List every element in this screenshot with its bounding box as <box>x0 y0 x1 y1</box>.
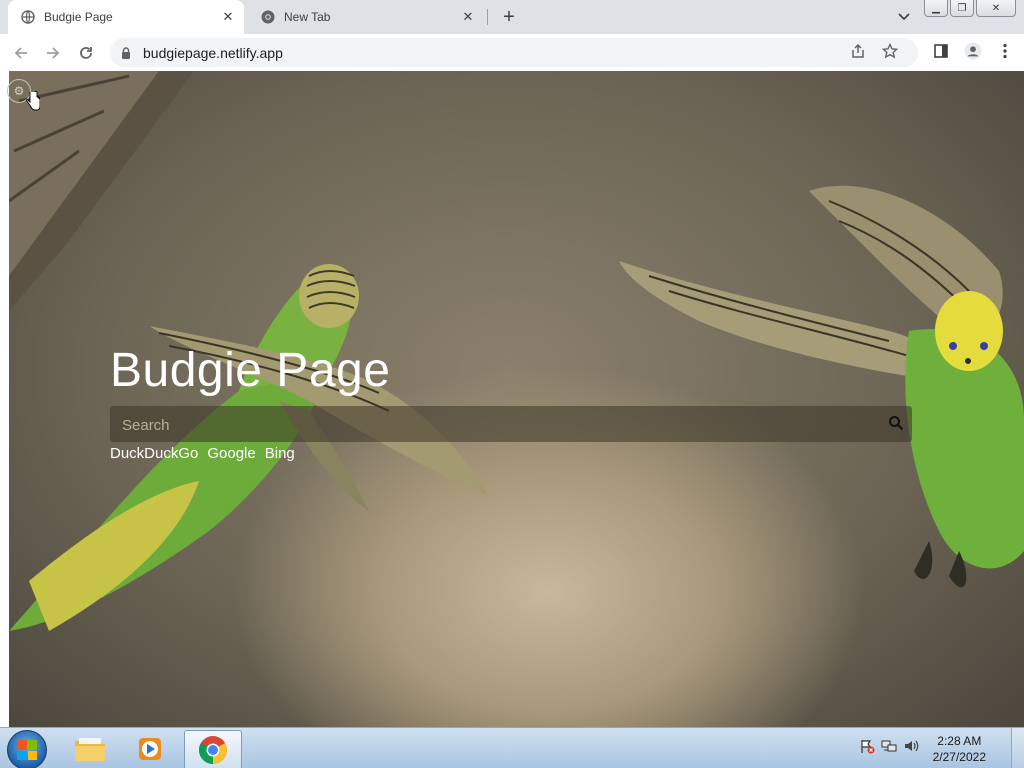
taskbar-explorer[interactable] <box>62 730 118 768</box>
windows-taskbar: 2:28 AM 2/27/2022 <box>0 727 1024 768</box>
new-tab-button[interactable]: + <box>498 6 520 28</box>
engine-link-google[interactable]: Google <box>207 445 255 462</box>
show-desktop-button[interactable] <box>1011 728 1024 768</box>
search-bar <box>110 406 912 444</box>
address-bar[interactable]: budgiepage.netlify.app <box>110 38 918 67</box>
search-engine-links: DuckDuckGo Google Bing <box>110 445 295 462</box>
taskbar-clock[interactable]: 2:28 AM 2/27/2022 <box>933 733 986 765</box>
clock-time: 2:28 AM <box>937 733 982 748</box>
taskbar-chrome[interactable] <box>184 730 242 768</box>
omnibox-actions <box>849 42 899 60</box>
action-center-flag-icon[interactable] <box>859 738 875 759</box>
chrome-icon <box>260 9 276 25</box>
tab-new-tab[interactable]: New Tab ✕ <box>248 0 484 34</box>
url-text: budgiepage.netlify.app <box>143 44 283 61</box>
window-controls: ▁ ❐ ✕ <box>924 0 1016 17</box>
side-panel-icon[interactable] <box>932 42 950 60</box>
page-viewport: ⚙ Budgie Page DuckDuckGo Google Bing <box>0 71 1024 727</box>
forward-button[interactable] <box>41 41 65 65</box>
tab-budgie-page[interactable]: Budgie Page ✕ <box>8 0 244 34</box>
reload-button[interactable] <box>74 41 98 65</box>
folder-icon <box>75 738 105 761</box>
search-input[interactable] <box>120 406 874 444</box>
profile-avatar-icon[interactable] <box>964 42 982 60</box>
budgie-background-image <box>9 71 1024 727</box>
engine-link-bing[interactable]: Bing <box>265 445 295 462</box>
taskbar-media-player[interactable] <box>122 730 178 768</box>
restore-button[interactable]: ❐ <box>950 0 974 17</box>
windows-logo-icon <box>17 740 37 760</box>
tab-strip: Budgie Page ✕ New Tab ✕ + ▁ ❐ ✕ <box>0 0 1024 34</box>
back-button[interactable] <box>9 41 33 65</box>
tab-separator <box>487 9 488 25</box>
toolbar-right <box>932 42 1014 60</box>
close-window-button[interactable]: ✕ <box>976 0 1016 17</box>
menu-kebab-icon[interactable] <box>996 42 1014 60</box>
browser-toolbar: budgiepage.netlify.app <box>0 34 1024 72</box>
clock-date: 2/27/2022 <box>932 749 986 764</box>
network-icon[interactable] <box>881 738 897 759</box>
hand-cursor-icon <box>26 90 41 116</box>
tab-search-chevron-icon[interactable] <box>895 8 913 26</box>
system-tray: 2:28 AM 2/27/2022 <box>859 728 1012 768</box>
globe-icon <box>20 9 36 25</box>
tab-title: New Tab <box>284 10 331 24</box>
page-title: Budgie Page <box>110 344 391 397</box>
lock-icon[interactable] <box>119 46 133 60</box>
tab-title: Budgie Page <box>44 10 113 24</box>
close-tab-icon[interactable]: ✕ <box>220 9 236 25</box>
search-icon[interactable] <box>888 415 906 433</box>
media-player-icon <box>139 738 161 760</box>
engine-link-duckduckgo[interactable]: DuckDuckGo <box>110 445 198 462</box>
chrome-icon <box>199 736 227 764</box>
bookmark-star-icon[interactable] <box>881 42 899 60</box>
volume-icon[interactable] <box>903 738 919 759</box>
close-tab-icon[interactable]: ✕ <box>460 9 476 25</box>
start-button[interactable] <box>7 730 47 768</box>
share-icon[interactable] <box>849 42 867 60</box>
minimize-button[interactable]: ▁ <box>924 0 948 17</box>
